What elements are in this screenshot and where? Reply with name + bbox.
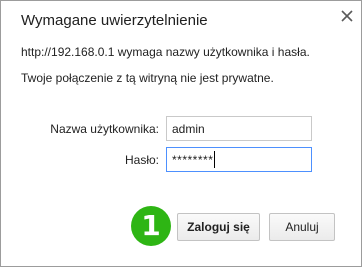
username-field[interactable] [166, 116, 312, 141]
password-label: Hasło: [124, 153, 159, 167]
step-number: 1 [131, 206, 171, 246]
password-field[interactable] [166, 147, 312, 172]
cancel-button[interactable]: Anuluj [269, 213, 335, 241]
privacy-warning: Twoje połączenie z tą witryną nie jest p… [21, 71, 274, 85]
auth-message: http://192.168.0.1 wymaga nazwy użytkown… [21, 45, 310, 59]
dialog-title: Wymagane uwierzytelnienie [21, 12, 208, 29]
close-icon [338, 7, 356, 25]
text-caret [214, 151, 215, 168]
login-button[interactable]: Zaloguj się [177, 213, 260, 241]
close-button[interactable] [338, 7, 356, 25]
auth-dialog: Wymagane uwierzytelnienie http://192.168… [0, 0, 362, 267]
username-label: Nazwa użytkownika: [50, 122, 159, 136]
step-badge: 1 [127, 202, 175, 250]
